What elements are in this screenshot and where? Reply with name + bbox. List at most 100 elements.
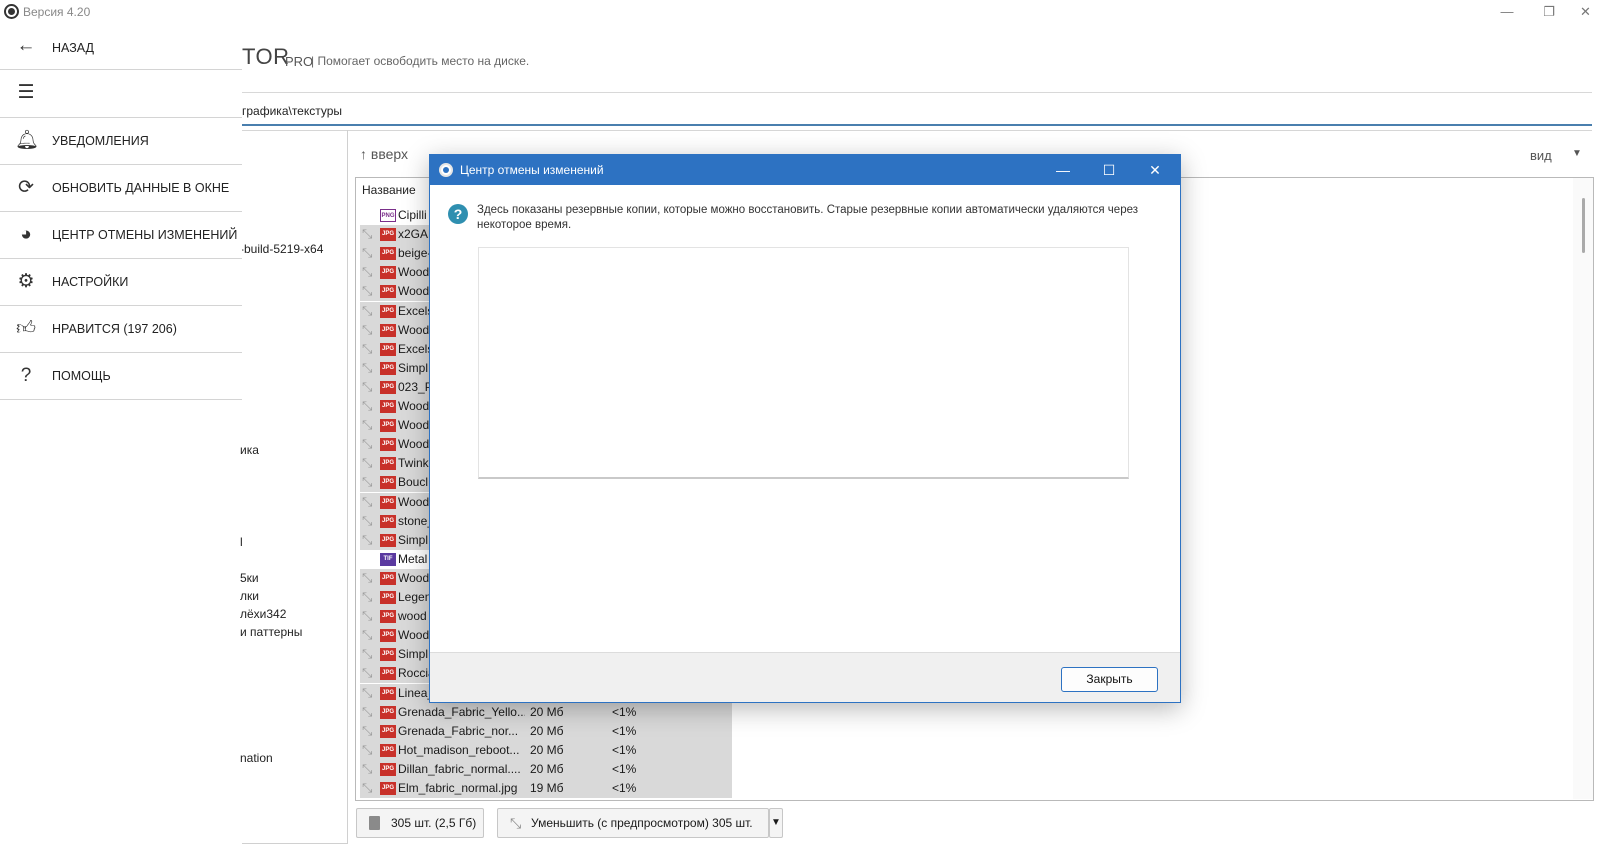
menu-item-help[interactable]: ? ПОМОЩЬ — [0, 353, 242, 400]
undo-center-dialog: Центр отмены изменений — ☐ ✕ ? Здесь пок… — [429, 154, 1181, 703]
menu-label-settings: НАСТРОЙКИ — [52, 275, 129, 289]
compress-icon: ⤡ — [362, 474, 373, 490]
table-row[interactable]: ⤡ JPG Grenada_Fabric_Yello... 20 Мб <1% — [360, 702, 732, 722]
file-name: Hot_madison_reboot... — [398, 742, 520, 757]
restore-window-button[interactable]: ❐ — [1529, 2, 1569, 22]
compress-icon: ⤡ — [362, 398, 373, 413]
menu-label-likes: НРАВИТСЯ (197 206) — [52, 322, 177, 336]
reduce-options-dropdown[interactable]: ▼ — [769, 808, 783, 838]
jpg-file-icon: JPG — [380, 610, 396, 624]
compress-icon: ⤡ — [362, 417, 373, 433]
path-text: графика\текстуры — [242, 104, 343, 118]
compress-icon: ⤡ — [362, 378, 373, 394]
file-percent: <1% — [612, 723, 637, 738]
column-header-name[interactable]: Название — [362, 183, 416, 197]
gear-icon: ⚙ — [17, 271, 35, 292]
dialog-maximize-button[interactable]: ☐ — [1086, 155, 1132, 185]
up-button[interactable]: ↑ вверх — [360, 146, 408, 162]
table-row[interactable]: ⤡ JPG Dillan_fabric_normal.... 20 Мб <1% — [360, 759, 732, 779]
file-name: Grenada_Fabric_Yello... — [398, 704, 525, 719]
file-size: 20 Мб — [530, 704, 564, 719]
menu-label-refresh: ОБНОВИТЬ ДАННЫЕ В ОКНЕ — [52, 181, 230, 195]
compress-icon: ⤡ — [362, 646, 373, 662]
jpg-file-icon: JPG — [380, 495, 396, 509]
dialog-message: Здесь показаны резервные копии, которые … — [477, 204, 1139, 231]
jpg-file-icon: JPG — [380, 629, 396, 643]
tree-item[interactable]: лки — [240, 589, 259, 603]
menu-item-likes[interactable]: 👍︎ НРАВИТСЯ (197 206) — [0, 306, 242, 353]
tree-item[interactable]: лёхи342 — [240, 607, 286, 621]
file-percent: <1% — [612, 781, 637, 795]
app-logo-icon — [439, 163, 453, 177]
path-field[interactable] — [242, 101, 1592, 126]
compress-icon: ⤡ — [362, 493, 373, 509]
compress-icon: ⤡ — [362, 569, 373, 585]
delete-files-button[interactable]: 305 шт. (2,5 Гб) — [356, 808, 484, 838]
dialog-close-button[interactable]: Закрыть — [1061, 667, 1158, 692]
compress-icon: ⤡ — [362, 589, 373, 604]
jpg-file-icon: JPG — [380, 571, 396, 585]
dialog-title-bar[interactable]: Центр отмены изменений — ☐ ✕ — [430, 155, 1180, 185]
file-size: 20 Мб — [530, 761, 564, 776]
dialog-minimize-button[interactable]: — — [1040, 155, 1086, 185]
tree-item[interactable]: -build-5219-x64 — [240, 242, 323, 256]
menu-item-settings[interactable]: ⚙ НАСТРОЙКИ — [0, 259, 242, 306]
jpg-file-icon: JPG — [380, 342, 396, 356]
compress-icon: ⤡ — [362, 760, 373, 776]
dialog-close-icon-button[interactable]: ✕ — [1132, 155, 1178, 185]
jpg-file-icon: JPG — [380, 323, 396, 337]
view-menu-button[interactable]: вид — [1530, 148, 1552, 163]
jpg-file-icon: JPG — [380, 667, 396, 681]
reduce-files-button[interactable]: ⤡ Уменьшить (с предпросмотром) 305 шт. — [497, 808, 769, 838]
compress-icon: ⤡ — [362, 226, 373, 242]
jpg-file-icon: JPG — [380, 438, 396, 452]
close-window-button[interactable]: ✕ — [1571, 2, 1600, 22]
menu-item-refresh[interactable]: ⟳ ОБНОВИТЬ ДАННЫЕ В ОКНЕ — [0, 165, 242, 212]
jpg-file-icon: JPG — [380, 380, 396, 394]
jpg-file-icon: JPG — [380, 782, 396, 795]
compress-icon: ⤡ — [362, 703, 373, 719]
compress-icon: ⤡ — [510, 815, 522, 831]
file-name: Dillan_fabric_normal.... — [398, 761, 521, 776]
dialog-title: Центр отмены изменений — [460, 163, 604, 177]
jpg-file-icon: JPG — [380, 476, 396, 490]
menu-item-undo-center[interactable]: ◕ ЦЕНТР ОТМЕНЫ ИЗМЕНЕНИЙ — [0, 212, 242, 259]
jpg-file-icon: JPG — [380, 285, 396, 299]
png-file-icon: PNG — [380, 209, 396, 222]
menu-item-notifications[interactable]: 🔔︎ УВЕДОМЛЕНИЯ — [0, 118, 242, 165]
menu-toggle[interactable]: ☰ — [0, 70, 242, 118]
tree-item[interactable]: 5ки — [240, 571, 259, 585]
jpg-file-icon: JPG — [380, 705, 396, 719]
compress-icon: ⤡ — [362, 321, 373, 337]
tree-item[interactable]: nation — [240, 751, 273, 765]
scrollbar[interactable] — [1573, 178, 1593, 799]
backup-list[interactable] — [478, 247, 1129, 479]
tree-item[interactable]: ика — [240, 443, 259, 457]
app-description: | Помогает освободить место на диске. — [311, 54, 530, 68]
jpg-file-icon: JPG — [380, 533, 396, 547]
jpg-file-icon: JPG — [380, 686, 396, 700]
info-question-icon: ? — [448, 204, 468, 224]
table-row[interactable]: ⤡ JPG Hot_madison_reboot... 20 Мб <1% — [360, 740, 732, 760]
tree-item[interactable]: l — [240, 535, 243, 549]
menu-item-back[interactable]: ← НАЗАД — [0, 24, 242, 70]
jpg-file-icon: JPG — [380, 457, 396, 471]
compress-icon: ⤡ — [362, 741, 373, 757]
table-row[interactable]: ⤡ JPG Elm_fabric_normal.jpg 19 Мб <1% — [360, 779, 732, 798]
minimize-window-button[interactable]: — — [1487, 2, 1527, 22]
compress-icon: ⤡ — [362, 264, 373, 280]
refresh-icon: ⟳ — [18, 177, 34, 198]
file-percent: <1% — [612, 704, 637, 719]
menu-label-notifications: УВЕДОМЛЕНИЯ — [52, 134, 149, 148]
jpg-file-icon: JPG — [380, 247, 396, 261]
app-logo-icon — [4, 4, 19, 19]
compress-icon: ⤡ — [362, 627, 373, 643]
question-icon: ? — [20, 365, 32, 386]
app-brand-pro: PRO — [285, 54, 314, 69]
file-percent: <1% — [612, 742, 637, 757]
scrollbar-thumb[interactable] — [1582, 198, 1585, 253]
file-size: 20 Мб — [530, 723, 564, 738]
table-row[interactable]: ⤡ JPG Grenada_Fabric_nor... 20 Мб <1% — [360, 721, 732, 741]
file-name: Elm_fabric_normal.jpg — [398, 781, 518, 795]
tree-item[interactable]: и паттерны — [240, 625, 302, 639]
